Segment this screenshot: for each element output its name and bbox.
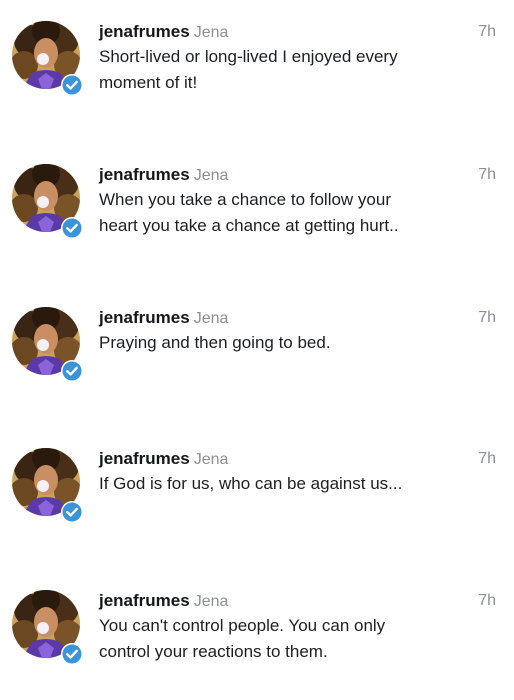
author-handle[interactable]: jenafrumes: [99, 308, 190, 327]
author-handle[interactable]: jenafrumes: [99, 449, 190, 468]
tweet-timestamp[interactable]: 7h: [478, 590, 496, 612]
tweet-item[interactable]: jenafrumes Jena 7h If God is for us, who …: [0, 448, 514, 558]
tweet-author[interactable]: jenafrumes Jena: [99, 164, 228, 187]
tweet-text-line: Praying and then going to bed.: [99, 333, 331, 352]
tweet-text-line: When you take a chance to follow your: [99, 190, 391, 209]
verified-badge-icon: [61, 217, 83, 239]
tweet-timestamp[interactable]: 7h: [478, 164, 496, 186]
tweet-text: You can't control people. You can only c…: [99, 613, 494, 665]
tweet-text-line: Short-lived or long-lived I enjoyed ever…: [99, 47, 398, 66]
author-name[interactable]: Jena: [194, 451, 229, 468]
author-handle[interactable]: jenafrumes: [99, 591, 190, 610]
tweet-timestamp[interactable]: 7h: [478, 448, 496, 470]
author-name[interactable]: Jena: [194, 24, 229, 41]
tweet-text: When you take a chance to follow your he…: [99, 187, 494, 239]
tweet-author[interactable]: jenafrumes Jena: [99, 590, 228, 613]
tweet-text: If God is for us, who can be against us.…: [99, 471, 494, 497]
tweet-author[interactable]: jenafrumes Jena: [99, 21, 228, 44]
author-name[interactable]: Jena: [194, 593, 229, 610]
tweet-timestamp[interactable]: 7h: [478, 21, 496, 43]
tweet-text-line: If God is for us, who can be against us.…: [99, 474, 403, 493]
tweet-timestamp[interactable]: 7h: [478, 307, 496, 329]
author-name[interactable]: Jena: [194, 310, 229, 327]
tweet-text-line: moment of it!: [99, 73, 198, 92]
tweet-text: Praying and then going to bed.: [99, 330, 494, 356]
author-handle[interactable]: jenafrumes: [99, 165, 190, 184]
tweet-text-line: control your reactions to them.: [99, 642, 328, 661]
verified-badge-icon: [61, 643, 83, 665]
verified-badge-icon: [61, 360, 83, 382]
verified-badge-icon: [61, 74, 83, 96]
author-name[interactable]: Jena: [194, 167, 229, 184]
tweet-item[interactable]: jenafrumes Jena 7h Praying and then going…: [0, 307, 514, 417]
tweet-feed: jenafrumes Jena 7h Short-lived or long-li…: [0, 0, 514, 688]
tweet-author[interactable]: jenafrumes Jena: [99, 307, 228, 330]
tweet-text-line: heart you take a chance at getting hurt.…: [99, 216, 399, 235]
tweet-text-line: You can't control people. You can only: [99, 616, 386, 635]
tweet-item[interactable]: jenafrumes Jena 7h When you take a chance…: [0, 164, 514, 274]
verified-badge-icon: [61, 501, 83, 523]
tweet-item[interactable]: jenafrumes Jena 7h You can't control peop…: [0, 590, 514, 700]
tweet-author[interactable]: jenafrumes Jena: [99, 448, 228, 471]
author-handle[interactable]: jenafrumes: [99, 22, 190, 41]
tweet-item[interactable]: jenafrumes Jena 7h Short-lived or long-li…: [0, 21, 514, 131]
tweet-text: Short-lived or long-lived I enjoyed ever…: [99, 44, 494, 96]
